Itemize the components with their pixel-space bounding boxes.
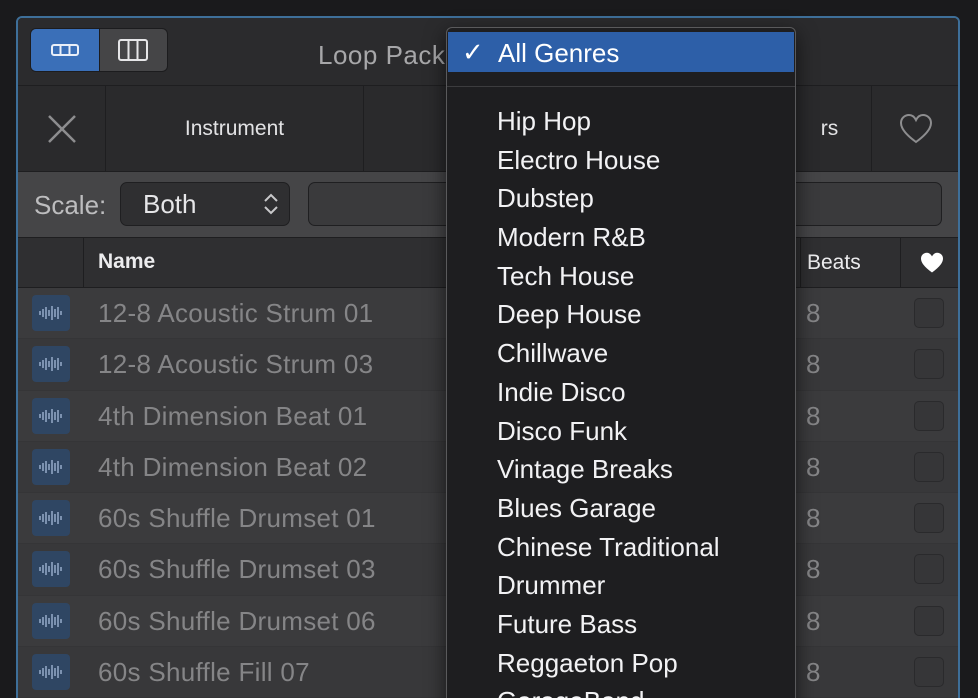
checkmark-icon: ✓: [462, 37, 484, 67]
menu-separator: [447, 86, 795, 87]
favorite-checkbox[interactable]: [914, 349, 944, 380]
genre-menu-item[interactable]: Tech House: [497, 257, 720, 296]
loop-beats: 8: [806, 451, 821, 482]
tab-partially-hidden[interactable]: rs: [788, 86, 872, 172]
loop-name: 60s Shuffle Fill 07: [98, 657, 310, 688]
favorite-checkbox[interactable]: [914, 400, 944, 431]
genre-menu-item[interactable]: Vintage Breaks: [497, 450, 720, 489]
loop-beats: 8: [806, 605, 821, 636]
waveform-icon: [32, 654, 70, 691]
column-header-icon: [18, 238, 84, 288]
column-header-name[interactable]: Name: [98, 250, 155, 274]
window-title[interactable]: Loop Pack: [318, 40, 445, 71]
genre-menu-item[interactable]: Indie Disco: [497, 373, 720, 412]
heart-icon: [920, 252, 943, 273]
loop-name: 60s Shuffle Drumset 03: [98, 554, 376, 585]
loop-name: 60s Shuffle Drumset 01: [98, 503, 376, 534]
button-view-icon: [50, 44, 79, 56]
column-header-beats[interactable]: Beats: [800, 238, 900, 288]
loop-name: 12-8 Acoustic Strum 03: [98, 349, 374, 380]
genre-menu-item-label: All Genres: [498, 38, 620, 68]
scale-select[interactable]: Both: [120, 182, 290, 226]
favorite-checkbox[interactable]: [914, 503, 944, 534]
close-icon: [47, 115, 76, 143]
waveform-icon: [32, 500, 70, 537]
waveform-icon: [32, 551, 70, 588]
loop-beats: 8: [806, 349, 821, 380]
loop-name: 4th Dimension Beat 01: [98, 400, 368, 431]
reset-filters-button[interactable]: [18, 86, 106, 172]
favorites-tab[interactable]: [872, 86, 958, 172]
column-header-favorite[interactable]: [900, 238, 958, 288]
loop-beats: 8: [806, 400, 821, 431]
genre-menu-item[interactable]: Dubstep: [497, 179, 720, 218]
genre-menu-item[interactable]: Drummer: [497, 566, 720, 605]
button-view-toggle[interactable]: [31, 29, 99, 71]
waveform-icon: [32, 346, 70, 383]
genre-menu-item-selected[interactable]: ✓ All Genres: [448, 32, 794, 72]
genre-menu: ✓ All Genres Hip Hop Electro House Dubstep…: [446, 27, 796, 698]
favorite-checkbox[interactable]: [914, 298, 944, 328]
view-toggle: [30, 28, 168, 72]
chevron-updown-icon: [264, 193, 278, 215]
genre-menu-item[interactable]: Disco Funk: [497, 412, 720, 451]
genre-menu-item[interactable]: Chillwave: [497, 334, 720, 373]
genre-menu-item[interactable]: Blues Garage: [497, 489, 720, 528]
loop-name: 60s Shuffle Drumset 06: [98, 605, 376, 636]
waveform-icon: [32, 602, 70, 639]
genre-menu-items: Hip Hop Electro House Dubstep Modern R&B Tec…: [497, 102, 720, 698]
genre-menu-item[interactable]: Deep House: [497, 295, 720, 334]
tab-instrument[interactable]: Instrument: [106, 86, 364, 172]
favorite-checkbox[interactable]: [914, 451, 944, 482]
favorite-checkbox[interactable]: [914, 605, 944, 636]
loop-beats: 8: [806, 298, 821, 328]
loop-name: 12-8 Acoustic Strum 01: [98, 298, 374, 328]
genre-menu-item[interactable]: Modern R&B: [497, 218, 720, 257]
genre-menu-item[interactable]: Hip Hop: [497, 102, 720, 141]
genre-menu-item[interactable]: GarageBand: [497, 682, 720, 698]
column-view-toggle[interactable]: [98, 29, 168, 71]
scale-select-value: Both: [143, 189, 197, 219]
waveform-icon: [32, 448, 70, 485]
heart-outline-icon: [899, 114, 933, 144]
loop-beats: 8: [806, 657, 821, 688]
favorite-checkbox[interactable]: [914, 657, 944, 688]
loop-name: 4th Dimension Beat 02: [98, 451, 368, 482]
favorite-checkbox[interactable]: [914, 554, 944, 585]
scale-label: Scale:: [34, 190, 107, 220]
genre-menu-item[interactable]: Future Bass: [497, 605, 720, 644]
genre-menu-item[interactable]: Chinese Traditional: [497, 528, 720, 567]
loop-beats: 8: [806, 503, 821, 534]
loop-beats: 8: [806, 554, 821, 585]
column-view-icon: [118, 39, 149, 61]
genre-menu-item[interactable]: Electro House: [497, 141, 720, 180]
waveform-icon: [32, 397, 70, 434]
genre-menu-item[interactable]: Reggaeton Pop: [497, 644, 720, 683]
waveform-icon: [32, 295, 70, 331]
